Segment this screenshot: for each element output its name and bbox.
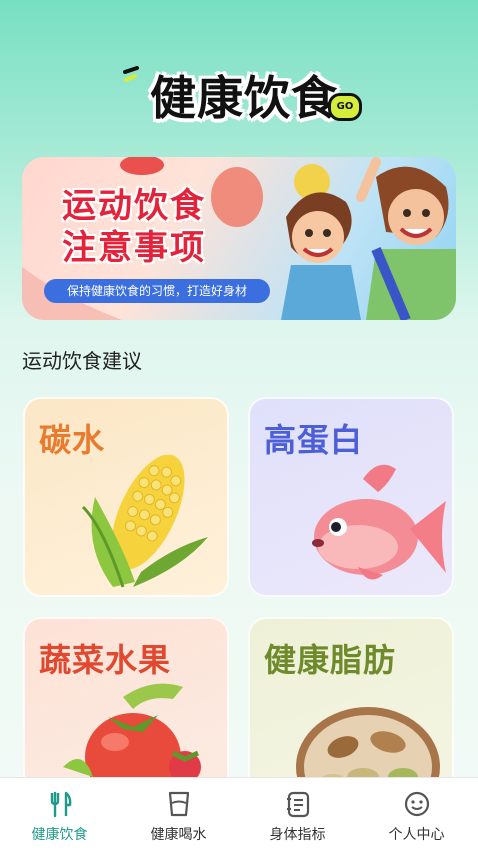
cheering-kids-illustration: [281, 157, 456, 320]
tab-healthy-diet-label: 健康饮食: [31, 827, 88, 843]
banner-title: 运动饮食 注意事项: [62, 185, 206, 269]
banner-title-line1: 运动饮食: [62, 186, 206, 226]
banner-subtitle: 保持健康饮食的习惯，打造好身材: [44, 279, 270, 303]
page-title: 健康饮食: [150, 71, 338, 125]
banner-title-line2: 注意事项: [62, 228, 206, 268]
notebook-icon: [287, 791, 310, 818]
go-badge: GO: [328, 93, 362, 121]
card-healthy-fat-label: 健康脂肪: [264, 641, 397, 679]
tab-healthy-water-label: 健康喝水: [150, 827, 207, 843]
sparkle-icon: [123, 66, 139, 82]
face-icon: [404, 791, 430, 817]
section-title: 运动饮食建议: [22, 349, 142, 373]
tab-healthy-water[interactable]: 健康喝水: [119, 778, 238, 851]
card-carbs-label: 碳水: [39, 421, 106, 459]
promo-banner[interactable]: 运动饮食 注意事项 保持健康饮食的习惯，打造好身材: [22, 157, 456, 320]
tab-healthy-diet[interactable]: 健康饮食: [0, 778, 119, 851]
tab-personal-center[interactable]: 个人中心: [357, 778, 476, 851]
tab-personal-center-label: 个人中心: [388, 827, 445, 843]
fork-knife-icon: [50, 791, 72, 818]
card-protein-label: 高蛋白: [264, 421, 364, 459]
app-header: 健康饮食 GO: [0, 56, 478, 136]
card-protein[interactable]: 高蛋白: [248, 397, 454, 597]
card-vegetables-fruits-label: 蔬菜水果: [39, 641, 172, 679]
bottom-tab-bar: 健康饮食 健康喝水 身体指标 个人中心: [0, 777, 478, 851]
cup-icon: [168, 791, 190, 817]
tab-body-metrics[interactable]: 身体指标: [238, 778, 357, 851]
tab-body-metrics-label: 身体指标: [269, 827, 326, 843]
card-carbs[interactable]: 碳水: [23, 397, 229, 597]
